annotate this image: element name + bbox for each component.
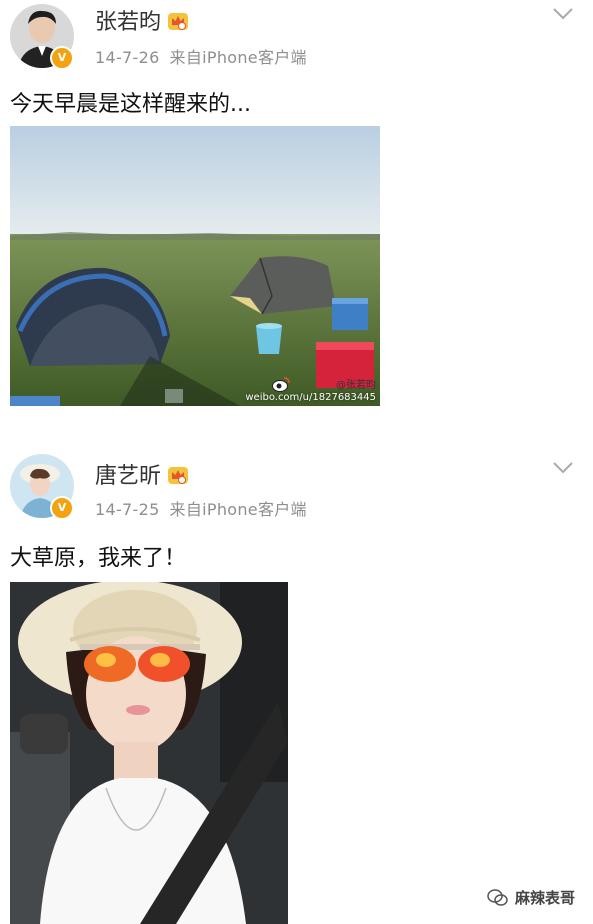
photo-watermark-url: weibo.com/u/1827683445 (245, 392, 376, 403)
crown-icon (168, 13, 189, 30)
username-text: 唐艺昕 (95, 464, 162, 489)
photo-watermark-name: @张若昀 (336, 380, 376, 391)
wechat-icon (487, 888, 508, 906)
selfie-photo (10, 582, 288, 924)
channel-watermark: 麻辣表哥 (487, 887, 575, 908)
post-date: 14-7-26 (95, 48, 160, 67)
post-photo[interactable]: @张若昀 weibo.com/u/1827683445 (10, 126, 380, 406)
post-meta: 14-7-26 来自iPhone客户端 (95, 44, 307, 68)
crown-icon (168, 467, 189, 484)
chevron-down-icon[interactable] (553, 8, 573, 20)
post-text: 今天早晨是这样醒来的... (10, 92, 251, 117)
verified-badge-icon: V (50, 496, 74, 520)
username[interactable]: 唐艺昕 (95, 458, 189, 490)
username[interactable]: 张若昀 (95, 4, 189, 36)
username-text: 张若昀 (95, 10, 162, 35)
camping-photo (10, 126, 380, 406)
verified-badge-icon: V (50, 46, 74, 70)
photo-watermark: @张若昀 weibo.com/u/1827683445 (245, 380, 376, 404)
post-source[interactable]: 来自iPhone客户端 (170, 48, 307, 67)
post-source[interactable]: 来自iPhone客户端 (170, 500, 307, 519)
post-date: 14-7-25 (95, 500, 160, 519)
chevron-down-icon[interactable] (553, 462, 573, 474)
channel-watermark-label: 麻辣表哥 (514, 889, 575, 907)
post-meta: 14-7-25 来自iPhone客户端 (95, 496, 307, 520)
post-photo[interactable] (10, 582, 288, 924)
post-text: 大草原，我来了！ (10, 546, 187, 571)
